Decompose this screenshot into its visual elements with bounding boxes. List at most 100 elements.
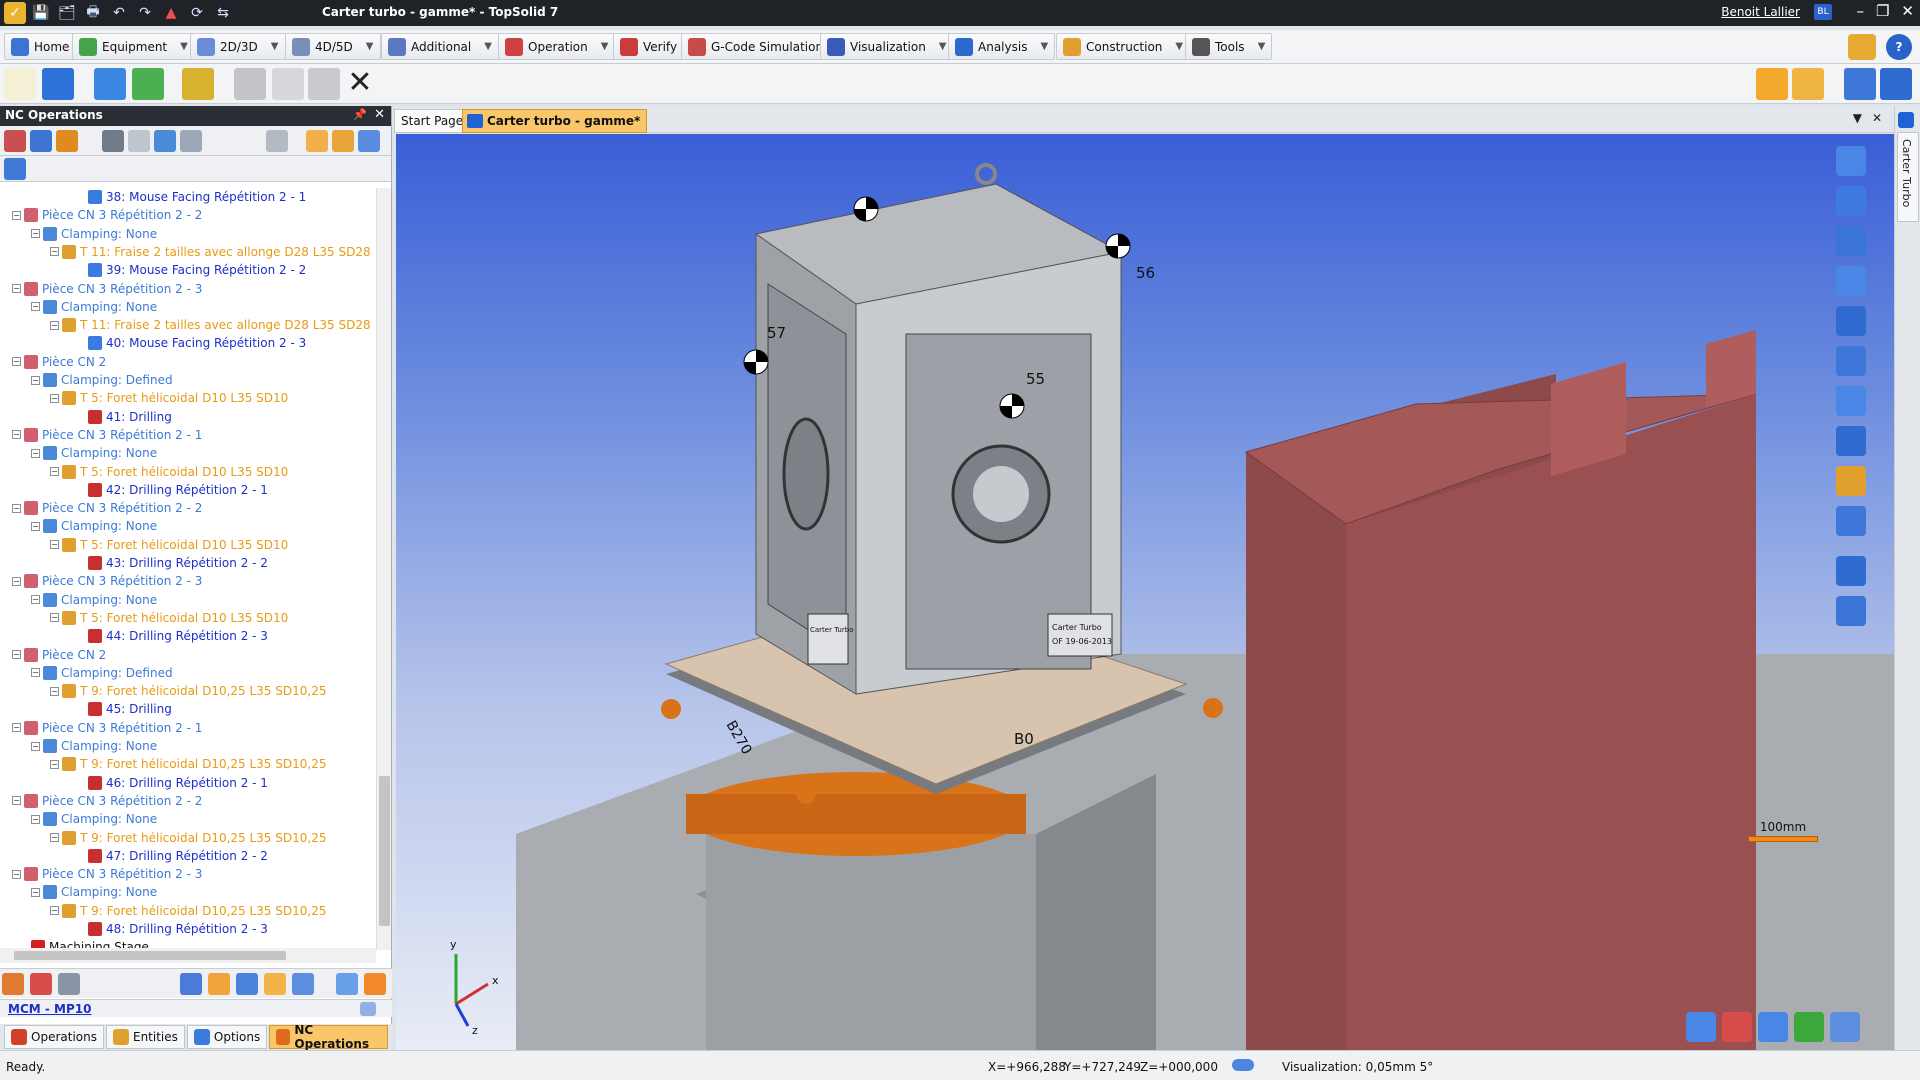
tree-row[interactable]: − Clamping: None (31, 298, 157, 316)
tree-node-label[interactable]: 38: Mouse Facing Répétition 2 - 1 (106, 190, 306, 204)
tree-toggle-icon[interactable]: − (50, 906, 59, 916)
machine-icon[interactable] (1844, 68, 1876, 100)
tree-row[interactable]: 43: Drilling Répétition 2 - 2 (88, 554, 268, 572)
tree-node-label[interactable]: T 5: Foret hélicoidal D10 L35 SD10 (80, 465, 288, 479)
print-icon[interactable] (102, 130, 124, 152)
tree-row[interactable]: 39: Mouse Facing Répétition 2 - 2 (88, 261, 306, 279)
tab-list-dropdown[interactable]: ▼ (1853, 111, 1862, 125)
pin-icon[interactable]: 📌 (353, 108, 367, 121)
tree-toggle-icon[interactable]: − (50, 613, 59, 623)
tree-toggle-icon[interactable]: − (31, 887, 40, 897)
chevron-down-icon[interactable]: ▼ (1175, 41, 1183, 52)
glasses-icon[interactable] (180, 130, 202, 152)
tree-node-label[interactable]: Pièce CN 3 Répétition 2 - 1 (42, 428, 202, 442)
section-icon[interactable] (1836, 556, 1866, 586)
close-icon[interactable]: ✕ (374, 107, 385, 122)
tree-row[interactable]: − Clamping: Defined (31, 664, 173, 682)
zoom-window-icon[interactable] (1836, 346, 1866, 376)
curve-icon[interactable] (292, 973, 314, 995)
measure-icon[interactable] (1836, 596, 1866, 626)
user-avatar[interactable]: BL (1814, 4, 1832, 20)
tree-toggle-icon[interactable]: − (50, 540, 59, 550)
wrench-icon[interactable] (264, 973, 286, 995)
tree-toggle-icon[interactable]: − (12, 576, 21, 586)
tree-node-label[interactable]: 40: Mouse Facing Répétition 2 - 3 (106, 336, 306, 350)
tree-toggle-icon[interactable]: − (12, 210, 21, 220)
print-icon[interactable]: 🖶 (82, 2, 104, 24)
machine-view-icon[interactable] (236, 973, 258, 995)
tree-toggle-icon[interactable]: − (31, 448, 40, 458)
tree-row[interactable]: − T 9: Foret hélicoidal D10,25 L35 SD10,2… (50, 829, 326, 847)
tree-toggle-icon[interactable]: − (31, 375, 40, 385)
view-top-icon[interactable] (1830, 1012, 1860, 1042)
render-mode-icon[interactable] (1836, 426, 1866, 456)
tree-toggle-icon[interactable]: − (12, 869, 21, 879)
tree-row[interactable]: − T 11: Fraise 2 tailles avec allonge D28… (50, 316, 371, 334)
tree-row[interactable]: − Clamping: None (31, 810, 157, 828)
axis-triad[interactable]: y x z (450, 938, 499, 1037)
tab-additional[interactable]: Additional ▼ (381, 33, 499, 60)
tree-row[interactable]: − Clamping: Defined (31, 371, 173, 389)
help-cursor-icon[interactable] (1836, 506, 1866, 536)
3d-viewport[interactable]: B270 B0 57 56 55 Carter Turbo OF 19-06-2… (396, 134, 1894, 1050)
import-icon[interactable] (94, 68, 126, 100)
maximize-button[interactable]: ❐ (1876, 2, 1889, 20)
tree-node-label[interactable]: 47: Drilling Répétition 2 - 2 (106, 849, 268, 863)
filter-icon[interactable] (4, 130, 26, 152)
target-marker[interactable] (743, 349, 769, 375)
tree-row[interactable]: − T 5: Foret hélicoidal D10 L35 SD10 (50, 536, 288, 554)
machine-info-icon[interactable] (360, 1002, 376, 1016)
tree-row[interactable]: 45: Drilling (88, 700, 172, 718)
tree-node-label[interactable]: 48: Drilling Répétition 2 - 3 (106, 922, 268, 936)
tab-nc-operations[interactable]: NC Operations (269, 1023, 388, 1051)
tree-node-label[interactable]: T 5: Foret hélicoidal D10 L35 SD10 (80, 538, 288, 552)
close-button[interactable]: ✕ (1901, 2, 1914, 20)
wizard-icon[interactable] (1848, 34, 1876, 60)
user-name-link[interactable]: Benoit Lallier (1721, 5, 1800, 19)
chevron-down-icon[interactable]: ▼ (484, 41, 492, 52)
tree-toggle-icon[interactable]: − (50, 393, 59, 403)
pin-icon[interactable]: ⇆ (212, 2, 234, 24)
tree-toggle-icon[interactable]: − (12, 723, 21, 733)
tree-row[interactable]: − T 5: Foret hélicoidal D10 L35 SD10 (50, 463, 288, 481)
move-frame-icon[interactable] (1836, 186, 1866, 216)
nc-icon[interactable] (180, 973, 202, 995)
layout-icon[interactable] (306, 130, 328, 152)
tab-tools[interactable]: Tools ▼ (1185, 33, 1273, 60)
vertical-scrollbar[interactable] (376, 188, 391, 950)
tree-row[interactable]: − Pièce CN 3 Répétition 2 - 2 (12, 206, 202, 224)
save-all-icon[interactable]: 🗂 (56, 2, 78, 24)
tree-row[interactable]: 41: Drilling (88, 408, 172, 426)
tree-row[interactable]: − T 5: Foret hélicoidal D10 L35 SD10 (50, 389, 288, 407)
package-icon[interactable] (182, 68, 214, 100)
tree-node-label[interactable]: Pièce CN 3 Répétition 2 - 2 (42, 208, 202, 222)
target-marker[interactable] (1105, 233, 1131, 259)
tree-node-label[interactable]: 39: Mouse Facing Répétition 2 - 2 (106, 263, 306, 277)
sort-icon[interactable] (332, 130, 354, 152)
tab-start-page[interactable]: Start Page (394, 109, 471, 133)
tree-node-label[interactable]: 41: Drilling (106, 410, 172, 424)
tree-toggle-icon[interactable]: − (50, 467, 59, 476)
tree-row[interactable]: − T 5: Foret hélicoidal D10 L35 SD10 (50, 609, 288, 627)
tree-toggle-icon[interactable]: − (50, 320, 59, 330)
tool-icon[interactable] (56, 130, 78, 152)
target-marker[interactable] (853, 196, 879, 222)
tree-toggle-icon[interactable]: − (31, 521, 40, 531)
operation-list-icon[interactable] (2, 973, 24, 995)
tree-node-label[interactable]: T 9: Foret hélicoidal D10,25 L35 SD10,25 (80, 684, 326, 698)
settings-icon[interactable] (358, 130, 380, 152)
tree-node-label[interactable]: Pièce CN 3 Répétition 2 - 3 (42, 574, 202, 588)
tab-4d5d[interactable]: 4D/5D ▼ (285, 33, 381, 60)
tree-node-label[interactable]: Clamping: Defined (61, 666, 173, 680)
tree-toggle-icon[interactable]: − (12, 284, 21, 293)
tree-node-label[interactable]: Clamping: None (61, 739, 157, 753)
monitor-icon[interactable] (1880, 68, 1912, 100)
tree-node-label[interactable]: T 5: Foret hélicoidal D10 L35 SD10 (80, 391, 288, 405)
tree-row[interactable]: 47: Drilling Répétition 2 - 2 (88, 847, 268, 865)
view-front-icon[interactable] (1686, 1012, 1716, 1042)
tab-operation[interactable]: Operation ▼ (498, 33, 616, 60)
view-axis-icon[interactable] (1794, 1012, 1824, 1042)
tab-entities[interactable]: Entities (105, 1025, 185, 1049)
columns-icon[interactable] (4, 158, 26, 180)
tree-row[interactable]: − Pièce CN 3 Répétition 2 - 3 (12, 572, 202, 590)
